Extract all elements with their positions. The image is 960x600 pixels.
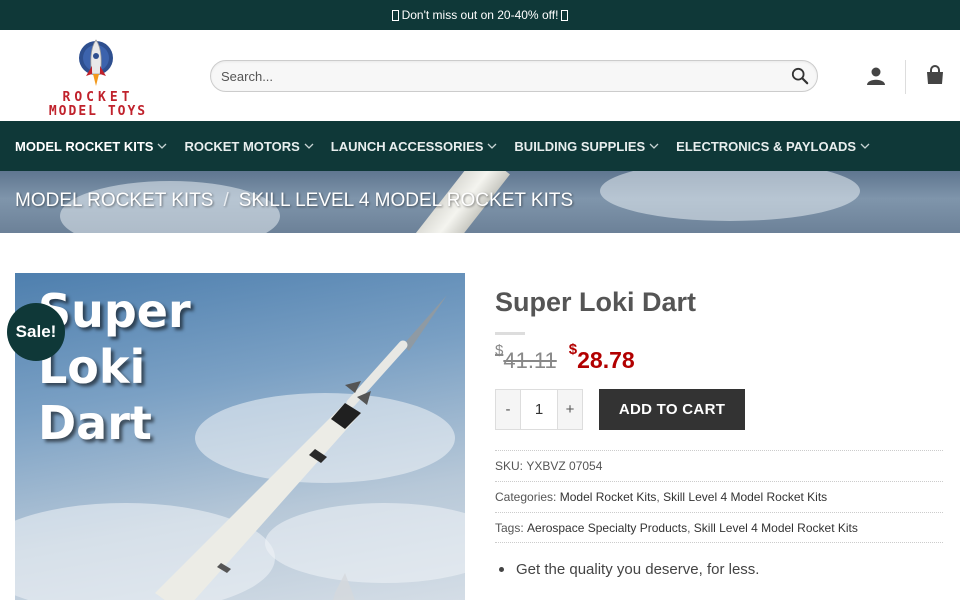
image-title: Super Loki Dart	[38, 283, 191, 451]
product-meta: SKU: YXBVZ 07054 Categories: Model Rocke…	[495, 450, 943, 543]
qty-plus-button[interactable]: +	[558, 390, 582, 429]
sale-price: $28.78	[569, 341, 635, 374]
feature-bullet: Get the quality you deserve, for less.	[495, 561, 759, 578]
brand-line1: ROCKET	[62, 90, 134, 105]
tag-link[interactable]: Aerospace Specialty Products	[527, 521, 687, 535]
account-icon[interactable]	[866, 66, 886, 86]
left-glyph-icon	[391, 9, 399, 21]
search-icon[interactable]	[791, 67, 809, 85]
product-info: Super Loki Dart $41.11 $28.78 - + ADD TO…	[495, 273, 943, 578]
tags-label: Tags:	[495, 520, 524, 535]
breadcrumb-link-model-rocket-kits[interactable]: MODEL ROCKET KITS	[15, 190, 213, 212]
search-input[interactable]	[221, 61, 781, 91]
old-price: $41.11	[495, 342, 557, 374]
old-price-value: 41.11	[503, 348, 557, 373]
breadcrumb-separator: /	[223, 190, 229, 211]
tag-link[interactable]: Skill Level 4 Model Rocket Kits	[694, 521, 858, 535]
currency-symbol: $	[495, 342, 504, 359]
site-header: ROCKET MODEL TOYS	[0, 30, 960, 121]
image-title-line: Loki	[38, 340, 146, 394]
category-link[interactable]: Skill Level 4 Model Rocket Kits	[663, 490, 827, 504]
categories-row: Categories: Model Rocket Kits, Skill Lev…	[495, 481, 943, 512]
qty-minus-button[interactable]: -	[496, 390, 520, 429]
currency-symbol: $	[568, 341, 578, 358]
price-block: $41.11 $28.78	[495, 341, 943, 374]
title-divider	[495, 332, 525, 335]
search-box	[210, 60, 818, 92]
sku-label: SKU:	[495, 459, 524, 473]
image-title-line: Dart	[38, 396, 152, 450]
sale-badge: Sale!	[7, 303, 65, 361]
add-to-cart-row: - + ADD TO CART	[495, 389, 745, 430]
nav-item-rocket-motors[interactable]: ROCKET MOTORS	[184, 138, 314, 154]
nav-label: ELECTRONICS & PAYLOADS	[676, 138, 857, 154]
nav-label: ROCKET MOTORS	[184, 138, 300, 154]
right-glyph-icon	[561, 9, 569, 21]
chevron-down-icon	[860, 143, 870, 149]
promo-bar: Don't miss out on 20-40% off!	[0, 0, 960, 30]
tags-row: Tags: Aerospace Specialty Products, Skil…	[495, 512, 943, 543]
nav-item-electronics-payloads[interactable]: ELECTRONICS & PAYLOADS	[676, 139, 870, 154]
main-nav: MODEL ROCKET KITS ROCKET MOTORS LAUNCH A…	[0, 121, 960, 171]
sale-price-value: 28.78	[577, 347, 635, 373]
nav-item-building-supplies[interactable]: BUILDING SUPPLIES	[514, 139, 659, 154]
category-banner: MODEL ROCKET KITS / SKILL LEVEL 4 MODEL …	[0, 171, 960, 233]
banner-cloud	[600, 171, 860, 221]
add-to-cart-button[interactable]: ADD TO CART	[599, 389, 745, 430]
nav-label: MODEL ROCKET KITS	[15, 138, 154, 154]
promo-text: Don't miss out on 20-40% off!	[401, 8, 559, 22]
nav-label: BUILDING SUPPLIES	[514, 138, 646, 154]
product-image[interactable]: Super Loki Dart	[15, 273, 465, 600]
product-title: Super Loki Dart	[495, 287, 697, 317]
feature-text: Get the quality you deserve, for less.	[516, 561, 760, 578]
breadcrumb-link-skill-level-4[interactable]: SKILL LEVEL 4 MODEL ROCKET KITS	[239, 190, 573, 212]
chevron-down-icon	[304, 143, 314, 149]
chevron-down-icon	[487, 143, 497, 149]
quantity-input[interactable]	[520, 390, 558, 429]
breadcrumb: MODEL ROCKET KITS / SKILL LEVEL 4 MODEL …	[15, 190, 573, 212]
brand-line2: MODEL TOYS	[48, 104, 148, 119]
category-link[interactable]: Model Rocket Kits	[560, 490, 657, 504]
chevron-down-icon	[157, 143, 167, 149]
nav-item-launch-accessories[interactable]: LAUNCH ACCESSORIES	[331, 139, 498, 154]
header-divider	[905, 60, 906, 94]
chevron-down-icon	[649, 143, 659, 149]
nav-item-model-rocket-kits[interactable]: MODEL ROCKET KITS	[15, 139, 167, 154]
bullet-dot-icon	[499, 567, 504, 572]
sku-value: YXBVZ 07054	[526, 459, 603, 473]
rocket-logo-icon	[79, 39, 113, 86]
cart-icon[interactable]	[924, 64, 946, 86]
categories-label: Categories:	[495, 490, 557, 504]
site-logo[interactable]: ROCKET MODEL TOYS	[28, 34, 168, 120]
nav-label: LAUNCH ACCESSORIES	[330, 138, 484, 154]
quantity-stepper: - +	[495, 389, 583, 430]
sku-row: SKU: YXBVZ 07054	[495, 450, 943, 481]
